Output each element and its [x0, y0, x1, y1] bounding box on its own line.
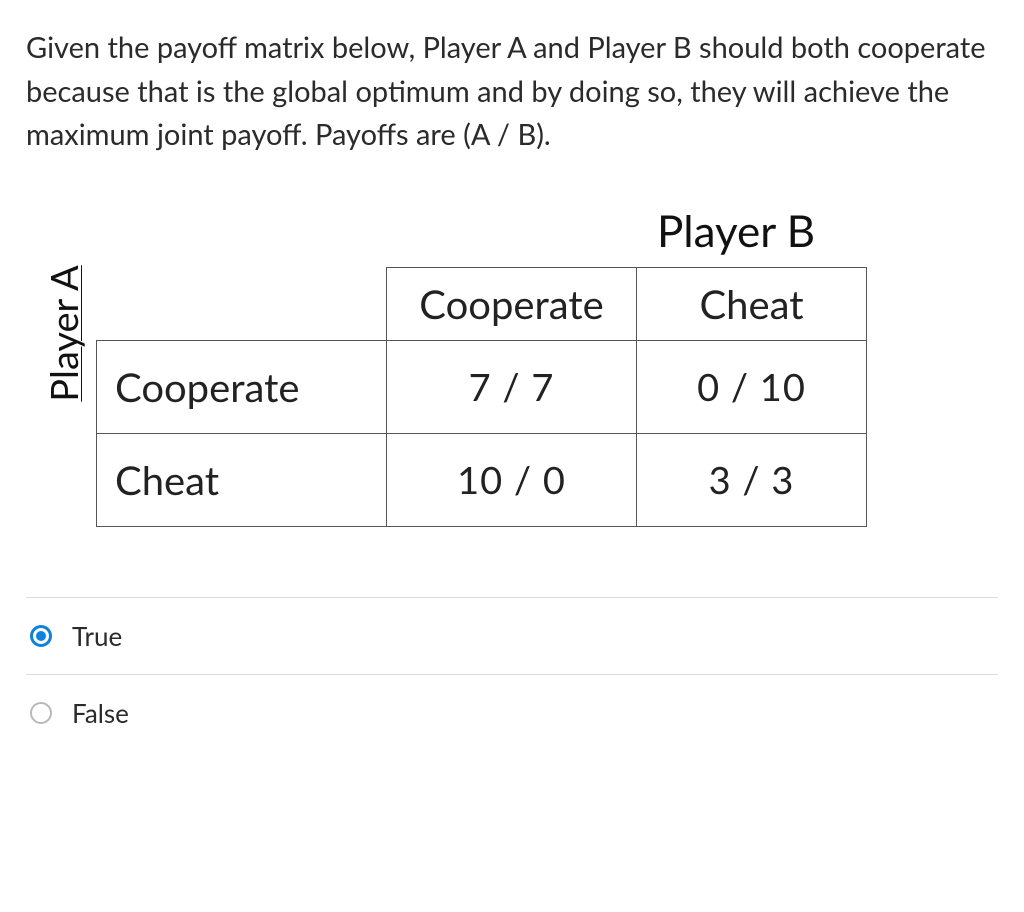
row-header-cheat: Cheat	[97, 433, 387, 526]
question-text: Given the payoff matrix below, Player A …	[26, 26, 998, 157]
cell-cheat-cooperate: 10 / 0	[387, 433, 637, 526]
player-b-axis-label: Player B	[486, 205, 986, 257]
cell-cooperate-cheat: 0 / 10	[637, 340, 867, 433]
payoff-matrix: Player B Player A Cooperate Cheat Cooper…	[96, 267, 998, 527]
row-header-cooperate: Cooperate	[97, 340, 387, 433]
col-header-cheat: Cheat	[637, 267, 867, 340]
radio-selected-icon	[30, 625, 52, 647]
cell-cooperate-cooperate: 7 / 7	[387, 340, 637, 433]
col-header-cooperate: Cooperate	[387, 267, 637, 340]
option-true[interactable]: True	[26, 597, 998, 674]
option-false[interactable]: False	[26, 674, 998, 751]
option-false-label: False	[72, 697, 129, 729]
radio-unselected-icon	[30, 702, 52, 724]
table-corner	[97, 267, 387, 340]
player-a-axis-label: Player A	[41, 57, 87, 337]
payoff-table: Cooperate Cheat Cooperate 7 / 7 0 / 10 C…	[96, 267, 867, 527]
cell-cheat-cheat: 3 / 3	[637, 433, 867, 526]
answer-options: True False	[26, 597, 998, 751]
option-true-label: True	[72, 620, 122, 652]
